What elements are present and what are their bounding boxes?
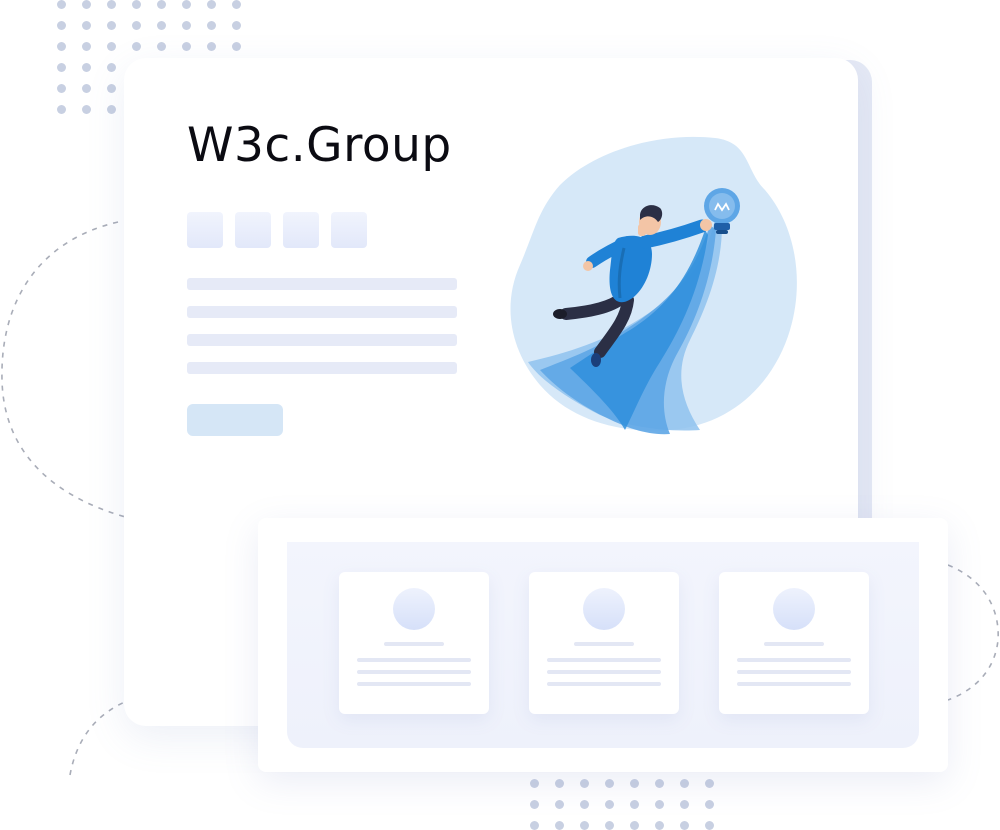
avatar: [393, 588, 435, 630]
profile-text-placeholder: [547, 658, 661, 662]
dot-grid-bottom: [530, 779, 714, 830]
profile-name-placeholder: [384, 642, 444, 646]
page-stage: W3c.Group: [0, 0, 1000, 830]
profile-name-placeholder: [764, 642, 824, 646]
profile-text-placeholder: [547, 670, 661, 674]
profile-text-placeholder: [737, 658, 851, 662]
profile-text-placeholder: [737, 682, 851, 686]
profile-card-2[interactable]: [529, 572, 679, 714]
brand-title: W3c.Group: [187, 118, 452, 173]
profile-card-1[interactable]: [339, 572, 489, 714]
avatar: [583, 588, 625, 630]
profile-name-placeholder: [574, 642, 634, 646]
profile-text-placeholder: [357, 658, 471, 662]
hero-illustration: [510, 136, 797, 435]
text-placeholder-line-3: [187, 334, 457, 346]
profile-card-3[interactable]: [719, 572, 869, 714]
profile-text-placeholder: [737, 670, 851, 674]
text-placeholder-line-2: [187, 306, 457, 318]
tag-chip-2[interactable]: [235, 212, 271, 248]
profile-text-placeholder: [357, 682, 471, 686]
tag-chip-1[interactable]: [187, 212, 223, 248]
text-placeholder-line-1: [187, 278, 457, 290]
text-placeholder-line-4: [187, 362, 457, 374]
tag-chip-3[interactable]: [283, 212, 319, 248]
cta-button[interactable]: [187, 404, 283, 436]
profile-text-placeholder: [357, 670, 471, 674]
profile-text-placeholder: [547, 682, 661, 686]
avatar: [773, 588, 815, 630]
tag-chip-4[interactable]: [331, 212, 367, 248]
